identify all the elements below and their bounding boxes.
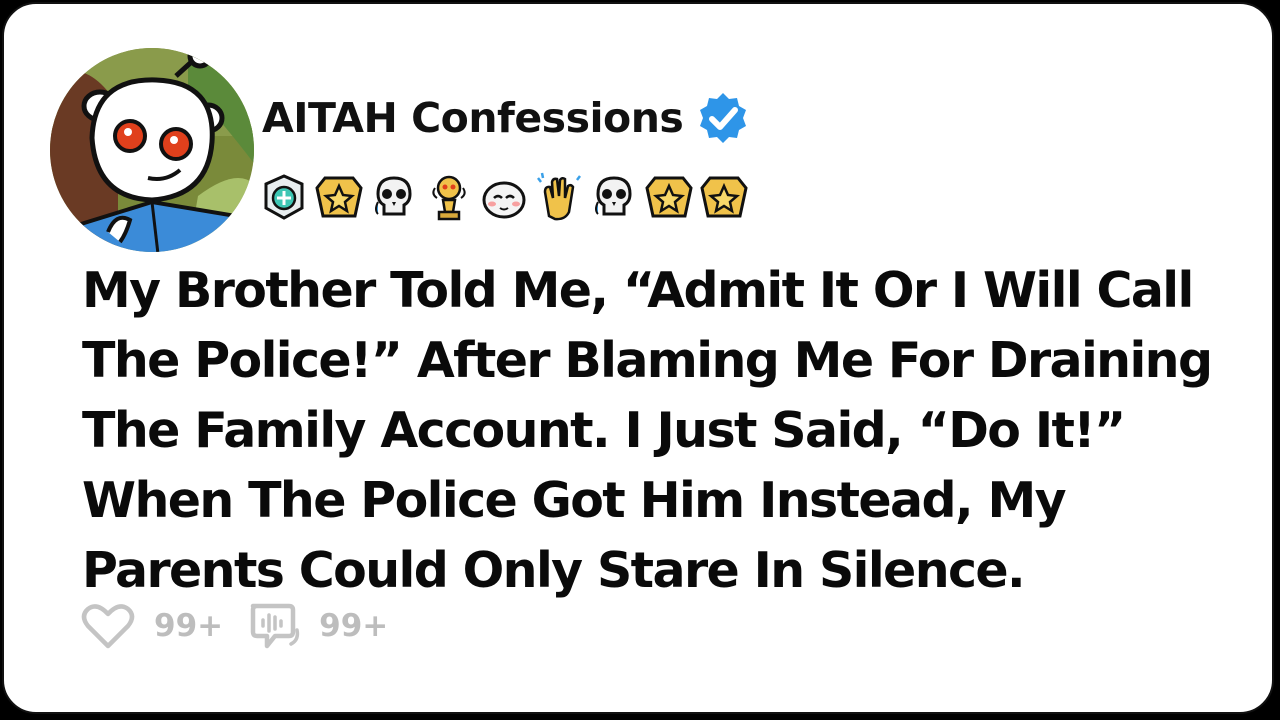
post-stats: 99+ 99+ <box>80 600 410 652</box>
trophy-snoo-award-icon[interactable] <box>425 172 473 224</box>
helpful-award-icon[interactable] <box>260 172 308 224</box>
gold-star-award-icon[interactable] <box>645 172 693 224</box>
heart-icon[interactable] <box>80 600 136 652</box>
blushing-face-award-icon[interactable] <box>480 172 528 224</box>
gold-star-award-icon[interactable] <box>315 172 363 224</box>
gold-star-award-icon[interactable] <box>700 172 748 224</box>
awards-row <box>260 172 748 224</box>
crying-skull-award-icon[interactable] <box>590 172 638 224</box>
comment-count: 99+ <box>319 608 389 644</box>
channel-header: AITAH Confessions <box>262 90 751 146</box>
avatar[interactable] <box>48 46 256 254</box>
clapping-hands-award-icon[interactable] <box>535 172 583 224</box>
post-card: AITAH Confessions My Brother Told Me, “A… <box>2 2 1274 714</box>
comment-icon[interactable] <box>245 600 301 652</box>
crying-skull-award-icon[interactable] <box>370 172 418 224</box>
post-title[interactable]: My Brother Told Me, “Admit It Or I Will … <box>82 256 1272 606</box>
verified-badge-icon <box>700 93 747 143</box>
like-count: 99+ <box>154 608 224 644</box>
channel-name[interactable]: AITAH Confessions <box>262 94 684 142</box>
